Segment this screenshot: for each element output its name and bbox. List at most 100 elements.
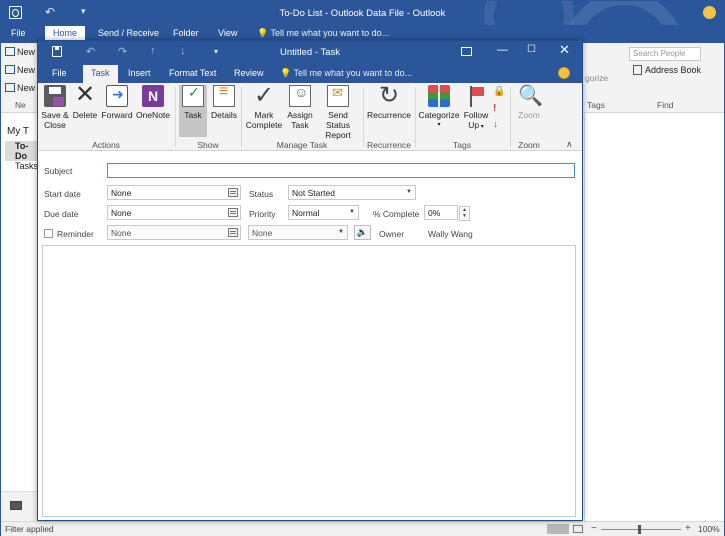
mark-complete-button[interactable]: ✓ Mark Complete [244,82,284,131]
start-date-field[interactable]: None [107,185,241,200]
ribbon-display-options-icon[interactable] [461,47,472,56]
percent-complete-stepper[interactable]: 0% ▲ ▼ [424,205,470,221]
new-task-button[interactable]: New [5,47,35,57]
dropdown-arrow-icon: ▾ [437,122,441,128]
feedback-smiley-icon[interactable] [703,6,716,19]
due-date-field[interactable]: None [107,205,241,220]
tab-send-receive[interactable]: Send / Receive [98,28,159,38]
zoom-out-button[interactable]: − [591,523,597,534]
group-label-new: Ne [15,100,26,110]
recurrence-button[interactable]: ↻ Recurrence [366,84,412,121]
reminder-checkbox[interactable] [44,229,53,238]
normal-view-button[interactable] [547,524,569,534]
private-lock-icon[interactable]: 🔒 [493,86,505,97]
task-notes-body[interactable] [42,245,576,517]
new-task-icon [5,47,15,56]
send-status-label: Report [325,130,351,140]
task-list-area [584,113,724,521]
categorize-button[interactable]: Categorize ▾ [418,85,460,130]
subject-input[interactable] [107,163,575,178]
assign-task-label: Task [291,120,309,130]
delete-button[interactable]: ✕ Delete [71,81,99,121]
folder-tasks[interactable]: Tasks [15,161,38,171]
zoom-slider-thumb[interactable] [638,525,641,534]
calendar-icon[interactable] [228,188,238,197]
high-importance-icon[interactable]: ! [493,103,496,114]
save-close-icon [44,85,66,107]
mail-icon[interactable] [10,501,22,510]
feedback-smiley-icon[interactable] [558,67,570,79]
zoom-button[interactable]: 🔍 Zoom [514,85,544,120]
tell-me-text: Tell me what you want to do... [270,28,390,38]
zoom-in-button[interactable]: + [685,523,691,534]
show-details-button[interactable]: Details [209,85,239,120]
zoom-slider-track[interactable] [601,529,681,530]
delete-label: Delete [72,110,98,120]
close-icon[interactable]: ✕ [559,42,570,58]
group-label-tags: Tags [587,100,605,110]
collapse-ribbon-icon[interactable]: ∧ [566,139,573,150]
new-email-icon [5,65,15,74]
dropdown-arrow-icon: ▾ [479,124,484,130]
save-close-label: Save & [41,110,69,120]
tell-me-search[interactable]: 💡 Tell me what you want to do... [280,68,412,79]
navigation-bar [1,491,39,521]
save-close-button[interactable]: Save & Close [40,85,70,130]
forward-label: Forward [101,110,133,120]
stepper-arrows-icon[interactable]: ▲ ▼ [459,206,470,221]
zoom-level[interactable]: 100% [698,524,720,534]
new-items-button[interactable]: New [5,83,35,93]
subject-label: Subject [44,166,73,176]
low-importance-icon[interactable]: ↓ [493,119,498,130]
send-status-report-button[interactable]: Send Status Report [315,85,361,140]
new-label: New [17,65,36,75]
tab-insert[interactable]: Insert [128,68,151,78]
assign-task-icon [289,85,311,107]
tab-view[interactable]: View [218,28,237,38]
forward-icon [106,85,128,107]
reading-view-button[interactable] [573,525,583,533]
start-date-value: None [111,188,132,198]
minimize-icon[interactable]: — [497,44,508,56]
send-status-label: Send Status [325,110,351,130]
follow-up-button[interactable]: Follow Up ▾ [461,85,491,132]
group-label-show: Show [197,140,219,150]
priority-dropdown[interactable]: Normal ▼ [288,205,359,220]
tab-file[interactable]: File [52,68,67,78]
chevron-down-icon: ▼ [406,189,412,195]
tab-folder[interactable]: Folder [173,28,199,38]
calendar-icon[interactable] [228,208,238,217]
tab-file[interactable]: File [11,28,26,38]
reminder-label: Reminder [57,229,94,239]
group-label-zoom: Zoom [518,140,540,150]
checkmark-icon: ✓ [253,82,275,109]
tell-me-search[interactable]: 💡 Tell me what you want to do... [257,28,389,39]
tab-review[interactable]: Review [234,68,264,78]
owner-value: Wally Wang [428,229,473,239]
delete-icon: ✕ [74,81,96,108]
address-book-button[interactable]: Address Book [633,65,701,75]
priority-value: Normal [292,208,320,218]
new-email-button[interactable]: New [5,65,35,75]
due-date-value: None [111,208,132,218]
reminder-sound-icon[interactable]: 🔈 [354,225,371,240]
assign-task-button[interactable]: Assign Task [285,85,315,130]
status-dropdown[interactable]: Not Started ▼ [288,185,416,200]
my-tasks-header[interactable]: My T [7,126,29,137]
folder-todo-list[interactable]: To-Do [5,141,39,161]
onenote-button[interactable]: N OneNote [135,85,171,120]
calendar-icon[interactable] [228,228,238,237]
maximize-icon[interactable]: ☐ [527,44,536,55]
mark-complete-label: Complete [245,120,283,130]
follow-up-label: Follow [463,110,489,120]
categorize-button-partial[interactable]: gorize [585,73,608,83]
reminder-date-field[interactable]: None [107,225,241,240]
forward-button[interactable]: Forward [100,85,134,120]
reminder-time-dropdown[interactable]: None ▼ [248,225,348,240]
priority-label: Priority [249,209,276,219]
search-people-input[interactable]: Search People [629,47,701,61]
group-label-tags: Tags [453,140,471,150]
show-task-button[interactable]: Task [179,85,207,137]
send-status-report-icon [327,85,349,107]
tab-format-text[interactable]: Format Text [169,68,216,78]
